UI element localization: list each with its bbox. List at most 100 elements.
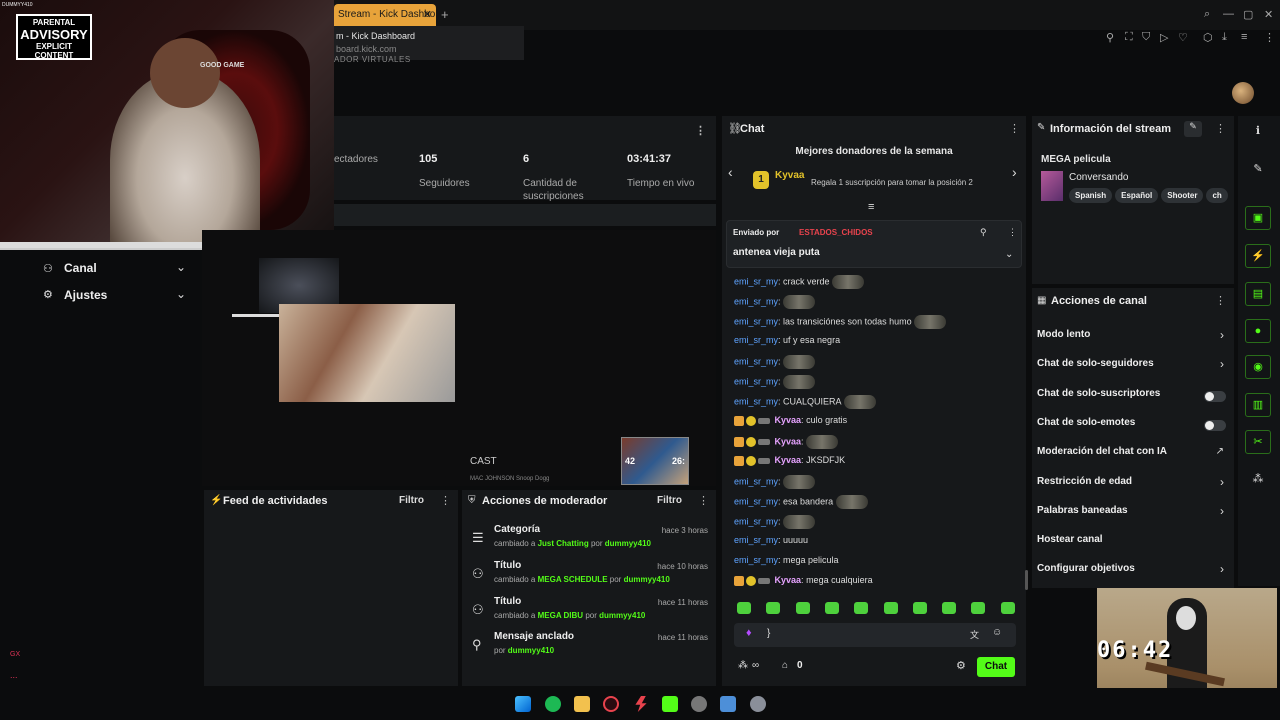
- channel-action-item[interactable]: Chat de solo-emotes: [1032, 417, 1234, 435]
- more-icon[interactable]: ⋮: [1215, 294, 1226, 307]
- shield-icon[interactable]: ⛉: [1142, 31, 1150, 44]
- action-user[interactable]: dummyy410: [599, 611, 645, 620]
- chat-message[interactable]: emi_sr_my: esa bandera: [734, 495, 868, 509]
- download-icon[interactable]: ⤓: [1222, 31, 1227, 44]
- pin-icon[interactable]: ⚲: [980, 227, 987, 238]
- bolt-icon[interactable]: ⚡: [1245, 244, 1271, 268]
- chat-username[interactable]: emi_sr_my: [734, 496, 778, 506]
- info-icon[interactable]: ℹ: [1245, 120, 1271, 144]
- avatar[interactable]: [1232, 82, 1254, 104]
- wrench-icon[interactable]: ✂: [1245, 430, 1271, 454]
- gift-prompt[interactable]: Regala 1 suscripción para tomar la posic…: [811, 178, 973, 187]
- settings-app-icon[interactable]: [750, 696, 766, 712]
- pinned-user[interactable]: ESTADOS_CHIDOS: [799, 228, 873, 237]
- menu-icon[interactable]: ⋮: [1264, 31, 1275, 44]
- more-icon[interactable]: ⋮: [1215, 122, 1226, 135]
- chat-username[interactable]: emi_sr_my: [734, 396, 778, 406]
- discord-icon[interactable]: [720, 696, 736, 712]
- emoji-icon[interactable]: ☺: [992, 627, 1002, 638]
- chat-username[interactable]: emi_sr_my: [734, 535, 778, 545]
- activity-filter-button[interactable]: Filtro: [399, 495, 424, 506]
- play-icon[interactable]: ▷: [1160, 31, 1168, 44]
- chat-message[interactable]: Kyvaa: JKSDFJK: [734, 455, 845, 466]
- points-icon[interactable]: ⁂: [1245, 468, 1271, 492]
- chat-message[interactable]: emi_sr_my: las transiciónes son todas hu…: [734, 315, 947, 329]
- more-icon[interactable]: ⋮: [1009, 122, 1020, 135]
- emote-shortcut-icon[interactable]: [883, 602, 898, 614]
- new-tab-button[interactable]: +: [441, 7, 449, 22]
- emote-shortcut-icon[interactable]: [971, 602, 986, 614]
- gear-icon[interactable]: ⚙: [956, 659, 966, 672]
- chat-input[interactable]: ♦ } 文 ☺: [734, 623, 1016, 647]
- active-browser-tab[interactable]: Stream - Kick Dashbo ✕: [334, 4, 436, 26]
- more-icon[interactable]: ⋮: [698, 494, 709, 507]
- folder-icon[interactable]: [574, 696, 590, 712]
- layout-icon[interactable]: ▥: [1245, 393, 1271, 417]
- chevron-right-icon[interactable]: ›: [1220, 504, 1224, 518]
- close-window-icon[interactable]: ✕: [1264, 8, 1273, 21]
- spotify-icon[interactable]: [545, 696, 561, 712]
- playlist-icon[interactable]: ≡: [1241, 31, 1247, 43]
- emote-shortcut-icon[interactable]: [854, 602, 869, 614]
- store-icon[interactable]: ⌂: [782, 660, 788, 671]
- emote-shortcut-icon[interactable]: [766, 602, 781, 614]
- gx-label[interactable]: GX: [10, 651, 20, 658]
- broadcast-icon[interactable]: ◉: [1245, 355, 1271, 379]
- channel-action-item[interactable]: Hostear canal: [1032, 534, 1234, 552]
- chevron-down-icon[interactable]: ⌄: [1005, 249, 1013, 260]
- chat-username[interactable]: emi_sr_my: [734, 316, 778, 326]
- chat-message[interactable]: Kyvaa: mega cualquiera: [734, 575, 873, 586]
- channel-action-item[interactable]: Modo lento ›: [1032, 328, 1234, 347]
- action-user[interactable]: dummyy410: [624, 575, 670, 584]
- obs-icon[interactable]: [691, 696, 707, 712]
- emote-shortcut-icon[interactable]: [824, 602, 839, 614]
- channel-action-item[interactable]: Restricción de edad ›: [1032, 475, 1234, 494]
- document-icon[interactable]: ▤: [1245, 282, 1271, 306]
- chat-message[interactable]: emi_sr_my:: [734, 375, 816, 389]
- search-icon[interactable]: ⌕: [1204, 8, 1210, 21]
- chat-username[interactable]: emi_sr_my: [734, 296, 778, 306]
- opera-gx-icon[interactable]: [603, 696, 619, 712]
- chat-message[interactable]: emi_sr_my: uuuuu: [734, 535, 808, 545]
- chat-username[interactable]: Kyvaa: [775, 455, 802, 465]
- close-tab-icon[interactable]: ✕: [423, 8, 432, 21]
- chevron-down-icon[interactable]: ⌄: [176, 260, 186, 274]
- translate-icon[interactable]: 文: [970, 628, 979, 641]
- camera-icon[interactable]: ▣: [1245, 206, 1271, 230]
- dashboard-subnav[interactable]: ADOR VIRTUALES: [334, 55, 411, 64]
- channel-action-item[interactable]: Chat de solo-suscriptores: [1032, 388, 1234, 406]
- emote-shortcut-icon[interactable]: [942, 602, 957, 614]
- extensions-icon[interactable]: ⬡: [1203, 31, 1213, 44]
- chat-username[interactable]: emi_sr_my: [734, 276, 778, 286]
- chat-username[interactable]: Kyvaa: [775, 436, 802, 446]
- more-icon[interactable]: ⋮: [440, 494, 451, 507]
- emote-shortcut-icon[interactable]: [912, 602, 927, 614]
- chat-username[interactable]: emi_sr_my: [734, 516, 778, 526]
- chevron-right-icon[interactable]: ›: [1220, 328, 1224, 342]
- points-icon[interactable]: ⁂: [738, 660, 748, 671]
- toggle-switch[interactable]: [1204, 390, 1226, 402]
- channel-action-item[interactable]: Moderación del chat con IA ↗: [1032, 446, 1234, 464]
- channel-action-item[interactable]: Chat de solo-seguidores ›: [1032, 357, 1234, 376]
- toggle-switch[interactable]: [1204, 419, 1226, 431]
- emote-shortcut-icon[interactable]: [737, 602, 751, 614]
- chat-username[interactable]: emi_sr_my: [734, 555, 778, 565]
- minimize-icon[interactable]: —: [1223, 8, 1234, 20]
- pin-icon[interactable]: ⚲: [1106, 31, 1114, 44]
- chat-username[interactable]: Kyvaa: [775, 575, 802, 585]
- chevron-right-icon[interactable]: ›: [1220, 562, 1224, 576]
- chevron-right-icon[interactable]: ›: [1220, 357, 1224, 371]
- chat-message[interactable]: emi_sr_my: uf y esa negra: [734, 335, 840, 345]
- action-user[interactable]: dummyy410: [508, 646, 554, 655]
- chat-message[interactable]: emi_sr_my: crack verde: [734, 275, 865, 289]
- emote-shortcut-icon[interactable]: [795, 602, 810, 614]
- chat-message[interactable]: Kyvaa:: [734, 435, 839, 449]
- send-chat-button[interactable]: Chat: [977, 657, 1015, 677]
- chat-username[interactable]: emi_sr_my: [734, 476, 778, 486]
- chat-message[interactable]: emi_sr_my:: [734, 515, 816, 529]
- chat-scrollbar[interactable]: [1025, 570, 1028, 590]
- chevron-left-icon[interactable]: ‹: [728, 164, 733, 180]
- expand-icon[interactable]: ≡: [868, 201, 874, 213]
- action-user[interactable]: dummyy410: [605, 539, 651, 548]
- pencil-icon[interactable]: ✎: [1245, 158, 1271, 182]
